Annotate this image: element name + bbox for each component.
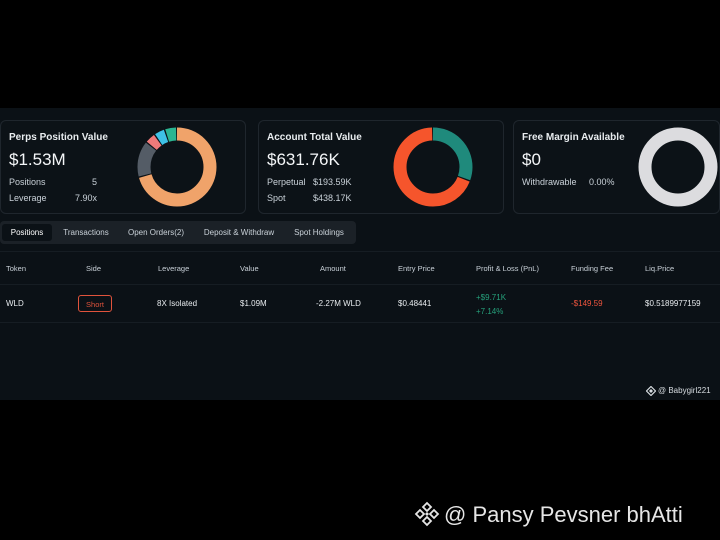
cell-liq-price: $0.5189977159 <box>645 299 701 308</box>
margin-value: $0 <box>522 150 541 169</box>
margin-donut-chart <box>638 127 718 207</box>
cell-funding-fee: -$149.59 <box>571 299 603 308</box>
header-entry-price: Entry Price <box>398 264 435 273</box>
side-short-badge: Short <box>78 295 112 312</box>
donut-segment <box>638 127 718 207</box>
portfolio-tabs: Positions Transactions Open Orders(2) De… <box>0 221 356 244</box>
free-margin-card: Free Margin Available $0 Withdrawable 0.… <box>513 120 720 214</box>
cell-amount: -2.27M WLD <box>316 299 361 308</box>
table-divider <box>0 284 720 285</box>
cell-token: WLD <box>6 299 24 308</box>
table-divider <box>0 322 720 323</box>
cell-pnl: +$9.71K <box>476 293 507 302</box>
watermark-small: @ Babygirl221 <box>646 386 711 396</box>
margin-title: Free Margin Available <box>522 132 625 143</box>
header-side: Side <box>86 264 102 273</box>
tab-transactions[interactable]: Transactions <box>55 224 117 241</box>
perps-position-card: Perps Position Value $1.53M Positions 5 … <box>0 120 246 214</box>
header-value: Value <box>240 264 259 273</box>
account-value: $631.76K <box>267 150 340 169</box>
perps-positions-row: Positions 5 <box>9 177 98 187</box>
perps-donut-chart <box>137 127 217 207</box>
header-funding-fee: Funding Fee <box>571 264 614 273</box>
cell-entry-price: $0.48441 <box>398 299 432 308</box>
account-perpetual-row: Perpetual $193.59K <box>267 177 352 187</box>
header-token: Token <box>6 264 27 273</box>
tab-positions[interactable]: Positions <box>2 224 52 241</box>
perps-value: $1.53M <box>9 150 66 169</box>
cell-leverage: 8X Isolated <box>157 299 198 308</box>
tab-spot-holdings[interactable]: Spot Holdings <box>286 224 352 241</box>
perps-leverage-row: Leverage 7.90x <box>9 193 98 203</box>
account-spot-row: Spot $438.17K <box>267 193 352 203</box>
cell-value: $1.09M <box>240 299 267 308</box>
binance-logo-icon <box>646 386 656 396</box>
header-amount: Amount <box>320 264 346 273</box>
cell-pnl-percent: +7.14% <box>476 307 504 316</box>
account-total-card: Account Total Value $631.76K Perpetual $… <box>258 120 504 214</box>
header-liq-price: Liq.Price <box>645 264 675 273</box>
header-pnl: Profit & Loss (PnL) <box>476 264 539 273</box>
table-divider <box>0 251 720 252</box>
perps-title: Perps Position Value <box>9 132 108 143</box>
tab-deposit-withdraw[interactable]: Deposit & Withdraw <box>195 224 283 241</box>
account-donut-chart <box>393 127 473 207</box>
tab-open-orders[interactable]: Open Orders(2) <box>120 224 192 241</box>
binance-logo-icon <box>414 501 440 527</box>
margin-withdrawable-row: Withdrawable 0.00% <box>522 177 615 187</box>
account-title: Account Total Value <box>267 132 362 143</box>
header-leverage: Leverage <box>158 264 190 273</box>
watermark-big: @ Pansy Pevsner bhAtti <box>414 501 683 528</box>
